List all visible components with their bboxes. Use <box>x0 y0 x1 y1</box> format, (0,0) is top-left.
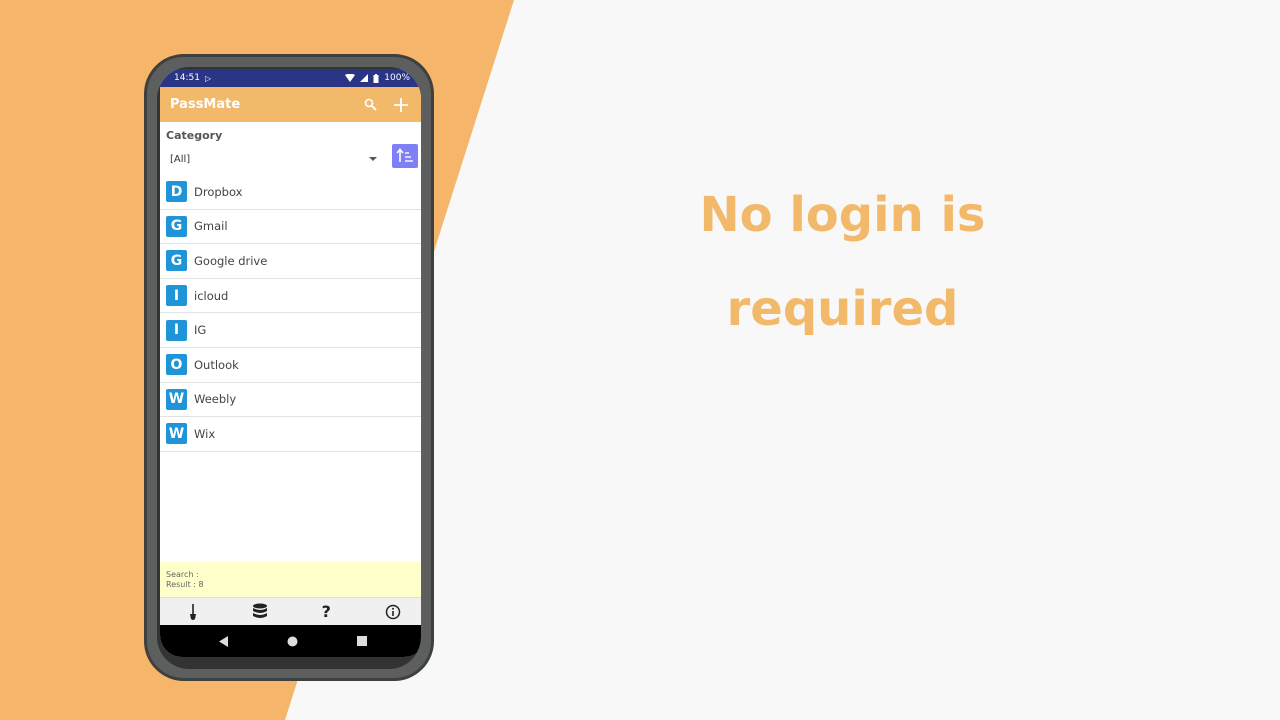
item-label: Gmail <box>194 219 228 234</box>
help-button[interactable]: ? <box>306 599 346 625</box>
list-item[interactable]: W Weebly <box>160 383 421 418</box>
letter-badge: W <box>166 388 187 410</box>
status-time: 14:51 <box>174 73 200 83</box>
headline: No login is required <box>620 168 1065 356</box>
letter-badge: W <box>166 423 187 445</box>
add-icon <box>394 97 408 112</box>
app-title: PassMate <box>170 97 241 112</box>
search-icon <box>364 98 377 111</box>
item-label: icloud <box>194 288 229 303</box>
list-item[interactable]: I icloud <box>160 279 421 314</box>
status-bar: 14:51 ▷ 100% <box>160 69 421 87</box>
list-item[interactable]: G Google drive <box>160 244 421 279</box>
letter-badge: G <box>166 215 187 237</box>
home-icon <box>287 636 298 646</box>
headline-line-1: No login is <box>699 187 986 243</box>
search-info-panel: Search : Result : 8 <box>160 562 421 597</box>
entries-list: D Dropbox G Gmail G Google drive I iclou… <box>160 175 421 452</box>
system-nav-bar <box>160 625 421 657</box>
search-button[interactable] <box>356 90 386 120</box>
wifi-icon <box>345 74 356 82</box>
brush-button[interactable] <box>173 599 213 625</box>
signal-icon <box>360 74 369 82</box>
bottom-nav: ? <box>160 597 421 625</box>
item-label: Dropbox <box>194 184 243 199</box>
dropdown-caret-icon <box>369 157 377 161</box>
phone-screen: 14:51 ▷ 100% PassMate Category [All] D D… <box>160 69 421 657</box>
battery-icon <box>373 73 379 83</box>
back-button[interactable] <box>209 626 239 656</box>
recents-button[interactable] <box>347 626 377 656</box>
letter-badge: D <box>166 181 187 203</box>
letter-badge: I <box>166 285 187 307</box>
letter-badge: O <box>166 354 187 376</box>
home-button[interactable] <box>278 626 308 656</box>
category-selected-value: [All] <box>170 153 191 165</box>
back-icon <box>219 635 229 647</box>
app-bar: PassMate <box>160 87 421 122</box>
item-label: IG <box>194 323 207 338</box>
list-item[interactable]: D Dropbox <box>160 175 421 210</box>
sort-icon <box>396 148 413 162</box>
search-query-text: Search : <box>166 570 199 579</box>
list-item[interactable]: W Wix <box>160 417 421 452</box>
help-icon: ? <box>321 602 331 621</box>
database-icon <box>252 603 267 618</box>
info-button[interactable] <box>373 599 413 625</box>
list-item[interactable]: O Outlook <box>160 348 421 383</box>
recents-icon <box>356 636 367 646</box>
battery-percent: 100% <box>384 73 410 83</box>
phone-bezel: 14:51 ▷ 100% PassMate Category [All] D D… <box>157 67 421 669</box>
item-label: Weebly <box>194 392 237 407</box>
database-button[interactable] <box>240 599 280 625</box>
info-icon <box>385 604 400 619</box>
letter-badge: I <box>166 319 187 341</box>
add-button[interactable] <box>386 90 416 120</box>
letter-badge: G <box>166 250 187 272</box>
headline-line-2: required <box>726 281 959 337</box>
category-select[interactable]: [All] <box>166 149 381 169</box>
item-label: Outlook <box>194 357 239 372</box>
list-item[interactable]: G Gmail <box>160 210 421 245</box>
sort-button[interactable] <box>392 144 418 168</box>
list-item[interactable]: I IG <box>160 313 421 348</box>
category-label: Category <box>166 129 223 142</box>
result-count-text: Result : 8 <box>166 580 204 589</box>
item-label: Google drive <box>194 253 268 268</box>
play-store-icon: ▷ <box>204 73 212 83</box>
phone-frame: 14:51 ▷ 100% PassMate Category [All] D D… <box>144 54 434 681</box>
item-label: Wix <box>194 426 216 441</box>
brush-icon <box>190 603 197 620</box>
